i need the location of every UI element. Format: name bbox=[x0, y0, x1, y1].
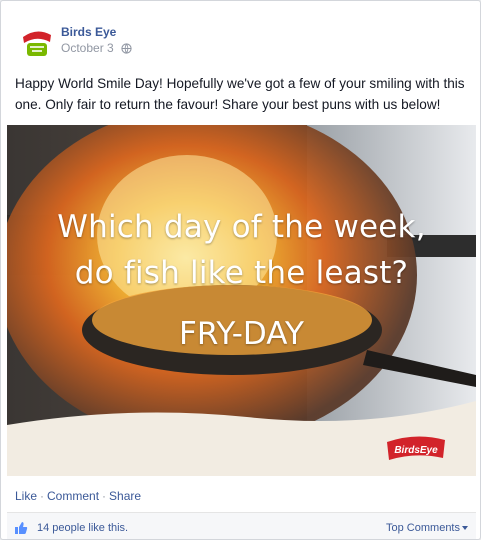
page-name-link[interactable]: Birds Eye bbox=[61, 25, 116, 39]
post-message: Happy World Smile Day! Hopefully we've g… bbox=[15, 76, 465, 112]
birds-eye-brand-logo: BirdsEye bbox=[385, 434, 447, 464]
post-header: Birds Eye October 3 bbox=[15, 23, 455, 63]
chevron-down-icon bbox=[462, 526, 468, 530]
top-comments-label: Top Comments bbox=[386, 522, 460, 534]
post-date[interactable]: October 3 bbox=[61, 41, 114, 55]
comment-link[interactable]: Comment bbox=[47, 489, 99, 503]
likes-count-link[interactable]: 14 people like this. bbox=[37, 522, 128, 534]
birds-eye-logo-icon bbox=[19, 25, 55, 61]
thumbs-up-icon bbox=[15, 522, 28, 534]
globe-icon[interactable] bbox=[121, 43, 132, 54]
likes-bar: 14 people like this. Top Comments bbox=[7, 512, 476, 539]
post-meta: October 3 bbox=[61, 41, 132, 55]
brand-logo-text: BirdsEye bbox=[394, 445, 438, 456]
post-actions: Like · Comment · Share bbox=[15, 489, 141, 503]
action-separator: · bbox=[102, 489, 107, 503]
flaming-pan-photo bbox=[7, 125, 476, 476]
post-photo[interactable]: Which day of the week, do fish like the … bbox=[7, 125, 476, 476]
image-caption-line-2: do fish like the least? bbox=[74, 255, 409, 291]
like-link[interactable]: Like bbox=[15, 489, 37, 503]
page-avatar[interactable] bbox=[19, 25, 55, 61]
image-punchline: FRY-DAY bbox=[179, 316, 304, 352]
brand-logo-icon: BirdsEye bbox=[387, 436, 445, 460]
facebook-post-card: Birds Eye October 3 Happy World Smile Da… bbox=[0, 0, 481, 540]
top-comments-dropdown[interactable]: Top Comments bbox=[386, 522, 468, 534]
action-separator: · bbox=[40, 489, 45, 503]
image-caption-line-1: Which day of the week, bbox=[57, 209, 426, 245]
share-link[interactable]: Share bbox=[109, 489, 141, 503]
